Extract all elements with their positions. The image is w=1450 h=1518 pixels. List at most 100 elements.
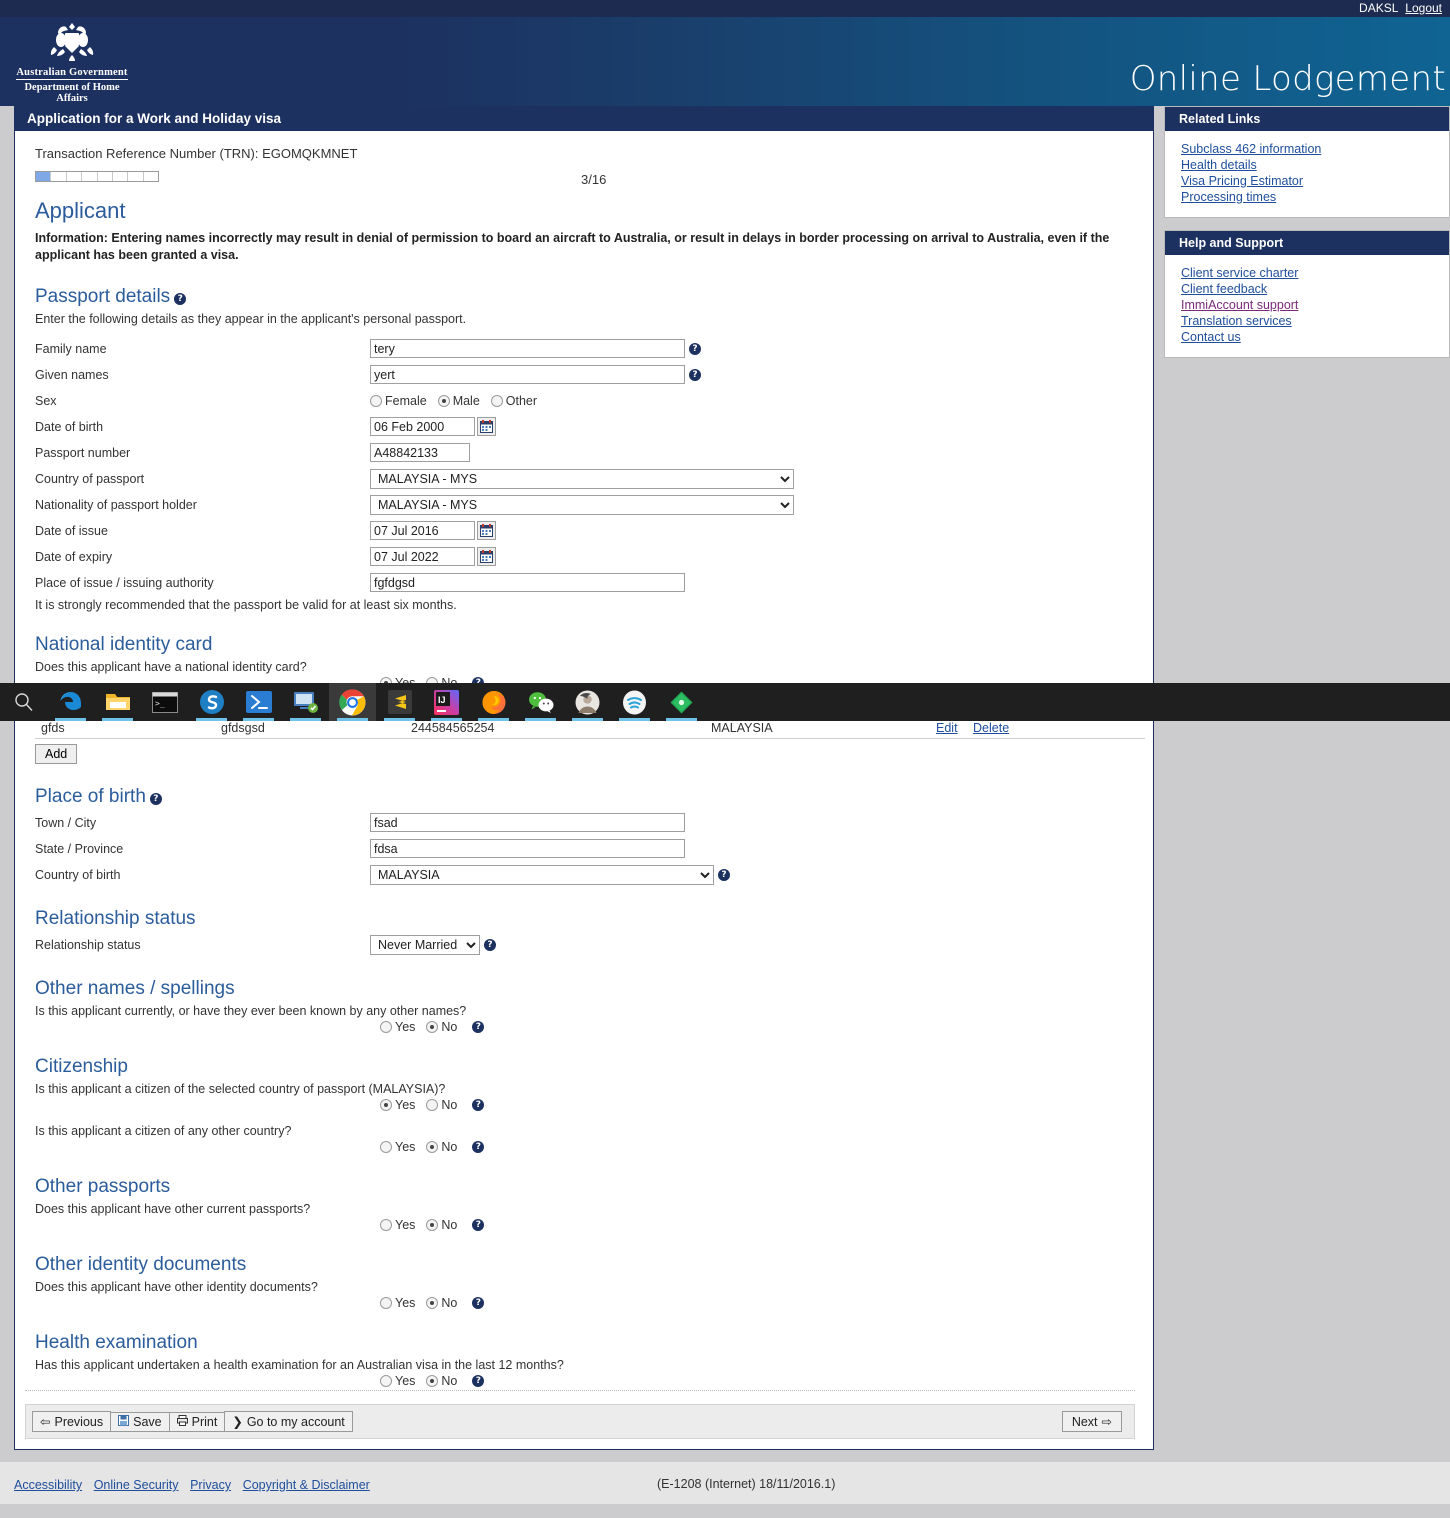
help-icon[interactable]: ? [472,1374,485,1387]
link-subclass-462-information[interactable]: Subclass 462 information [1181,141,1449,157]
radio-yes[interactable] [380,1218,392,1231]
town-city-input[interactable] [370,813,685,833]
nationality-select[interactable]: MALAYSIA - MYS [370,494,794,515]
chrome-icon[interactable] [329,683,376,721]
link-immiaccount-support[interactable]: ImmiAccount support [1181,297,1449,313]
radio-male[interactable] [437,394,450,407]
family-name-input[interactable] [370,339,685,359]
radio-no[interactable] [426,1020,439,1033]
calendar-icon[interactable] [477,547,496,567]
go-to-my-account-button[interactable]: ❯ Go to my account [224,1411,353,1432]
citizenship-1-yes[interactable]: Yes [380,1098,415,1112]
radio-yes[interactable] [380,1374,392,1387]
state-province-input[interactable] [370,839,685,859]
radio-yes[interactable] [380,1140,392,1153]
date-of-expiry-input[interactable] [370,547,475,567]
help-icon[interactable]: ? [472,1296,485,1309]
radio-no[interactable] [426,1374,439,1387]
edge-icon[interactable] [47,683,94,721]
health-no[interactable]: No [426,1374,457,1388]
file-explorer-icon[interactable] [94,683,141,721]
firefox-icon[interactable] [470,683,517,721]
other-names-yes[interactable]: Yes [380,1020,415,1034]
link-translation-services[interactable]: Translation services [1181,313,1449,329]
add-identity-card-button[interactable]: Add [35,743,78,764]
applicant-heading: Applicant [35,198,126,223]
other-identity-yes[interactable]: Yes [380,1296,415,1310]
footer-link-copyright-disclaimer[interactable]: Copyright & Disclaimer [243,1478,370,1492]
link-visa-pricing-estimator[interactable]: Visa Pricing Estimator [1181,173,1449,189]
radio-no[interactable] [426,1296,439,1309]
radio-female[interactable] [370,394,382,407]
logout-link[interactable]: Logout [1405,1,1442,15]
citizenship-2-yes[interactable]: Yes [380,1140,415,1154]
link-client-feedback[interactable]: Client feedback [1181,281,1449,297]
save-button[interactable]: Save [110,1411,170,1432]
command-prompt-icon[interactable]: >_ [141,683,188,721]
citizenship-2-no[interactable]: No [426,1140,457,1154]
help-icon[interactable]: ? [689,368,701,381]
powershell-icon[interactable] [235,683,282,721]
given-names-input[interactable] [370,365,685,385]
remote-desktop-icon[interactable] [282,683,329,721]
page-counter: 3/16 [581,172,607,187]
help-icon[interactable]: ? [484,938,496,951]
securecrt-icon[interactable] [188,683,235,721]
progress-segment [98,172,113,181]
sublime-text-icon[interactable] [376,683,423,721]
other-names-no[interactable]: No [426,1020,457,1034]
sex-option-female[interactable]: Female [370,394,427,408]
help-icon[interactable]: ? [472,1140,485,1153]
passport-number-input[interactable] [370,443,470,463]
help-icon[interactable]: ? [472,1020,485,1033]
print-button[interactable]: Print [168,1411,226,1432]
help-icon[interactable]: ? [718,868,730,881]
delete-link[interactable]: Delete [973,721,1009,735]
date-of-issue-input[interactable] [370,521,475,541]
radio-no[interactable] [426,1098,439,1111]
previous-button[interactable]: ⇦ Previous [32,1411,112,1432]
spotify-icon[interactable] [611,683,658,721]
other-identity-no[interactable]: No [426,1296,457,1310]
running-indicator [55,718,86,721]
calendar-icon[interactable] [477,521,496,541]
sex-option-male[interactable]: Male [437,394,480,408]
other-passports-no[interactable]: No [426,1218,457,1232]
help-icon[interactable]: ? [472,1098,485,1111]
next-button[interactable]: Next ⇨ [1061,1411,1122,1432]
footer-link-accessibility[interactable]: Accessibility [14,1478,82,1492]
link-client-service-charter[interactable]: Client service charter [1181,265,1449,281]
citizenship-1-no[interactable]: No [426,1098,457,1112]
country-of-passport-select[interactable]: MALAYSIA - MYS [370,468,794,489]
search-icon[interactable] [0,683,47,721]
footer-link-online-security[interactable]: Online Security [94,1478,179,1492]
radio-yes[interactable] [380,1098,392,1111]
footer-link-privacy[interactable]: Privacy [190,1478,231,1492]
green-diamond-icon[interactable] [658,683,705,721]
help-icon[interactable]: ? [689,342,701,355]
radio-no[interactable] [426,1140,439,1153]
link-contact-us[interactable]: Contact us [1181,329,1449,345]
sex-option-other[interactable]: Other [490,394,537,408]
edit-link[interactable]: Edit [936,721,958,735]
place-of-issue-input[interactable] [370,573,685,593]
help-icon[interactable]: ? [472,1218,485,1231]
country-of-birth-select[interactable]: MALAYSIA [370,864,714,885]
radio-other[interactable] [490,394,503,407]
help-icon[interactable]: ? [174,292,187,305]
sex-female-label: Female [385,393,427,408]
link-processing-times[interactable]: Processing times [1181,189,1449,205]
calendar-icon[interactable] [477,417,496,437]
link-health-details[interactable]: Health details [1181,157,1449,173]
wechat-icon[interactable] [517,683,564,721]
radio-yes[interactable] [380,1296,392,1309]
avatar-icon[interactable] [564,683,611,721]
radio-yes[interactable] [380,1020,392,1033]
date-of-birth-input[interactable] [370,417,475,437]
help-icon[interactable]: ? [149,792,162,805]
health-yes[interactable]: Yes [380,1374,415,1388]
other-passports-yes[interactable]: Yes [380,1218,415,1232]
intellij-idea-icon[interactable]: IJ [423,683,470,721]
radio-no[interactable] [426,1218,439,1231]
relationship-status-select[interactable]: Never Married [370,934,480,955]
